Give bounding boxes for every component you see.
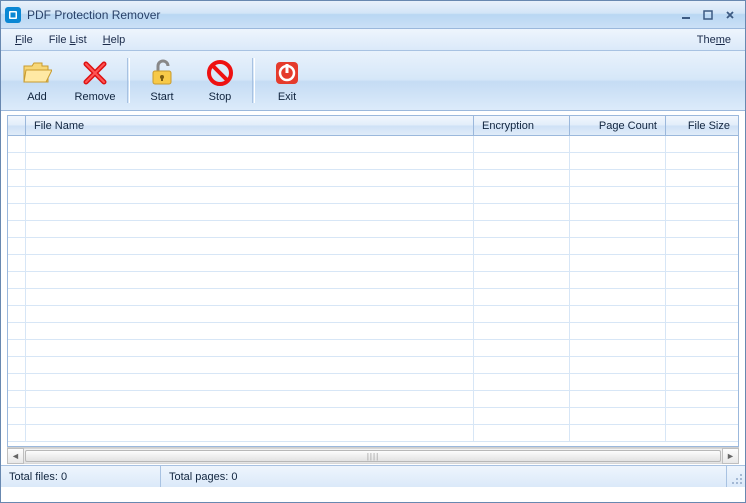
toolbar-separator bbox=[252, 58, 255, 103]
menu-help[interactable]: Help bbox=[95, 29, 134, 50]
table-row bbox=[8, 391, 738, 408]
toolbar: Add Remove Start Stop Exit bbox=[1, 51, 745, 111]
table-row bbox=[8, 136, 738, 153]
titlebar: PDF Protection Remover bbox=[1, 1, 745, 29]
remove-button[interactable]: Remove bbox=[66, 55, 124, 106]
statusbar: Total files: 0 Total pages: 0 bbox=[1, 465, 745, 487]
window-title: PDF Protection Remover bbox=[27, 8, 160, 22]
table-row bbox=[8, 153, 738, 170]
column-header-filename[interactable]: File Name bbox=[26, 116, 474, 135]
status-total-files: Total files: 0 bbox=[1, 466, 161, 487]
maximize-button[interactable] bbox=[697, 6, 719, 24]
table-row bbox=[8, 221, 738, 238]
table-row bbox=[8, 306, 738, 323]
status-total-pages: Total pages: 0 bbox=[161, 466, 727, 487]
table-row bbox=[8, 204, 738, 221]
table-row bbox=[8, 289, 738, 306]
add-label: Add bbox=[27, 91, 47, 103]
scroll-track[interactable]: |||| bbox=[24, 448, 722, 464]
table-row bbox=[8, 323, 738, 340]
menu-filelist[interactable]: File List bbox=[41, 29, 95, 50]
table-row bbox=[8, 238, 738, 255]
column-header-encryption[interactable]: Encryption bbox=[474, 116, 570, 135]
close-button[interactable] bbox=[719, 6, 741, 24]
grid-header: File Name Encryption Page Count File Siz… bbox=[8, 116, 738, 136]
unlock-icon bbox=[147, 58, 177, 88]
toolbar-separator bbox=[127, 58, 130, 103]
stop-label: Stop bbox=[209, 91, 232, 103]
scroll-thumb[interactable]: |||| bbox=[25, 450, 721, 462]
table-row bbox=[8, 408, 738, 425]
grid-body[interactable] bbox=[8, 136, 738, 446]
exit-button[interactable]: Exit bbox=[258, 55, 316, 106]
column-header-pagecount[interactable]: Page Count bbox=[570, 116, 666, 135]
stop-prohibit-icon bbox=[205, 58, 235, 88]
table-row bbox=[8, 170, 738, 187]
power-icon bbox=[272, 58, 302, 88]
start-button[interactable]: Start bbox=[133, 55, 191, 106]
column-header-filesize[interactable]: File Size bbox=[666, 116, 738, 135]
stop-button[interactable]: Stop bbox=[191, 55, 249, 106]
resize-grip-icon[interactable] bbox=[727, 466, 745, 487]
folder-open-icon bbox=[22, 58, 52, 88]
delete-x-icon bbox=[80, 58, 110, 88]
table-row bbox=[8, 425, 738, 442]
horizontal-scrollbar[interactable]: ◄ |||| ► bbox=[7, 447, 739, 464]
add-button[interactable]: Add bbox=[8, 55, 66, 106]
table-row bbox=[8, 374, 738, 391]
minimize-button[interactable] bbox=[675, 6, 697, 24]
file-grid[interactable]: File Name Encryption Page Count File Siz… bbox=[7, 115, 739, 447]
column-header-rownum[interactable] bbox=[8, 116, 26, 135]
table-row bbox=[8, 340, 738, 357]
table-row bbox=[8, 187, 738, 204]
start-label: Start bbox=[150, 91, 173, 103]
menu-file[interactable]: File bbox=[7, 29, 41, 50]
table-row bbox=[8, 272, 738, 289]
menubar: File File List Help Theme bbox=[1, 29, 745, 51]
content-area: File Name Encryption Page Count File Siz… bbox=[1, 111, 745, 465]
exit-label: Exit bbox=[278, 91, 296, 103]
app-icon bbox=[5, 7, 21, 23]
table-row bbox=[8, 357, 738, 374]
remove-label: Remove bbox=[75, 91, 116, 103]
scroll-right-button[interactable]: ► bbox=[722, 448, 739, 464]
table-row bbox=[8, 255, 738, 272]
scroll-left-button[interactable]: ◄ bbox=[7, 448, 24, 464]
menu-theme[interactable]: Theme bbox=[689, 29, 739, 50]
